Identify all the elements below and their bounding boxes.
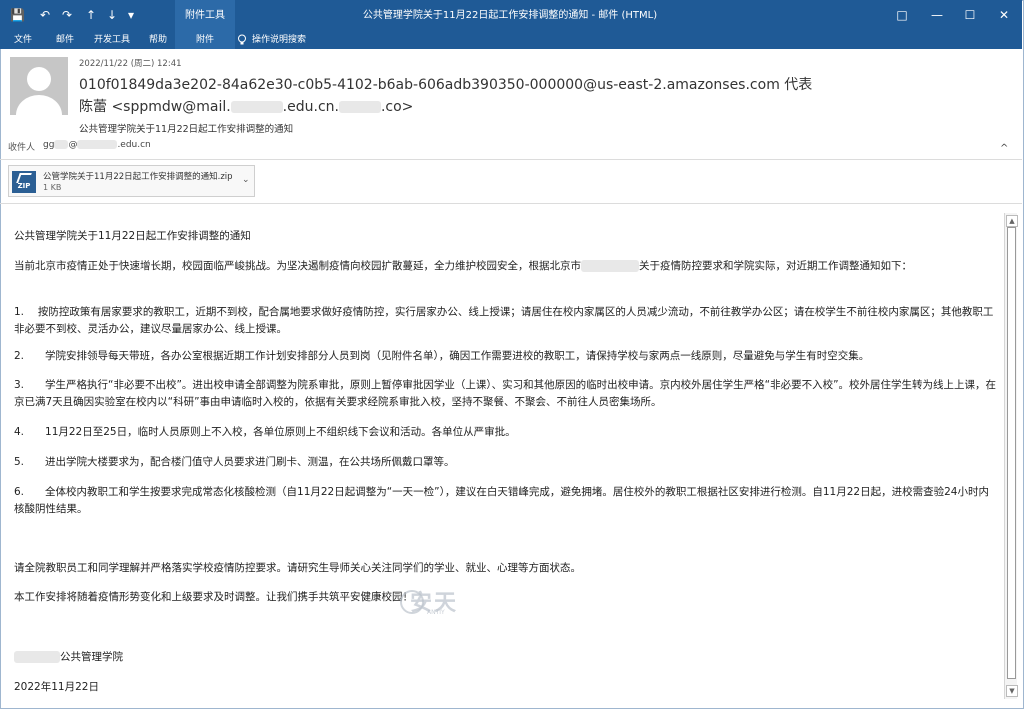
maximize-button[interactable]: ☐: [953, 0, 987, 31]
redacted-block: [338, 101, 381, 113]
body-item-3: 3. 学生严格执行“非必要不出校”。进出校申请全部调整为院系审批，原则上暂停审批…: [14, 379, 997, 408]
redacted-block: [581, 260, 639, 272]
body-item-1: 1. 按防控政策有居家要求的教职工，近期不到校，配合属地要求做好疫情防控，实行居…: [14, 306, 994, 335]
lightbulb-icon: [232, 31, 252, 49]
sender-name-prefix: 陈蕾 <sppmdw@mail.: [79, 99, 231, 115]
attachment-dropdown-chevron-icon[interactable]: ⌄: [242, 175, 250, 185]
tab-help[interactable]: 帮助: [142, 31, 174, 49]
customize-toolbar-icon[interactable]: ▾: [128, 8, 134, 22]
scroll-up-arrow-icon[interactable]: ▲: [1006, 215, 1018, 227]
down-arrow-icon[interactable]: ↓: [107, 8, 117, 22]
tab-attachments[interactable]: 附件: [175, 31, 235, 49]
collapse-header-chevron-icon[interactable]: ^: [1000, 143, 1008, 154]
redacted-block: [14, 651, 60, 663]
save-icon[interactable]: 💾: [10, 8, 25, 22]
recipient-at: @: [68, 140, 78, 150]
body-closing-2: 本工作安排将随着疫情形势变化和上级要求及时调整。让我们携手共筑平安健康校园！: [14, 591, 413, 603]
body-item-4: 4. 11月22日至25日，临时人员原则上不入校，各单位原则上不组织线下会议和活…: [14, 426, 516, 438]
sender-domain-mid: .edu.cn.: [282, 99, 339, 115]
ribbon-tabs: 文件 邮件 开发工具 帮助 附件 操作说明搜索: [0, 31, 1022, 49]
scroll-down-arrow-icon[interactable]: ▼: [1006, 685, 1018, 697]
vertical-scrollbar[interactable]: ▲ ▼: [1004, 213, 1018, 699]
body-closing-1: 请全院教职员工和同学理解并严格落实学校疫情防控要求。请研究生导师关心关注同学们的…: [14, 562, 581, 574]
redacted-block: [230, 101, 283, 113]
recipient-domain: .edu.cn: [117, 140, 151, 150]
tab-developer[interactable]: 开发工具: [88, 31, 136, 49]
zip-file-icon: ZIP: [12, 171, 36, 193]
sender-domain-end: .co>: [380, 99, 414, 115]
divider: [0, 159, 1022, 160]
sender-on-behalf[interactable]: 陈蕾 <sppmdw@mail. .edu.cn. .co>: [79, 96, 413, 116]
body-signature: 公共管理学院: [14, 649, 999, 666]
redacted-block: [54, 140, 69, 149]
attachment-size: 1 KB: [43, 183, 62, 192]
ribbon-display-options-button[interactable]: □: [885, 0, 919, 31]
attachment-name: 公管学院关于11月22日起工作安排调整的通知.zip: [43, 172, 233, 182]
close-button[interactable]: ✕: [987, 0, 1021, 31]
body-date: 2022年11月22日: [14, 681, 99, 693]
tab-message[interactable]: 邮件: [48, 31, 82, 49]
tab-file[interactable]: 文件: [6, 31, 40, 49]
divider: [0, 203, 1022, 204]
redo-icon[interactable]: ↷: [62, 8, 72, 22]
body-item-5: 5. 进出学院大楼要求为，配合楼门值守人员要求进门刷卡、测温，在公共场所佩戴口罩…: [14, 456, 455, 468]
sender-avatar: [10, 57, 68, 115]
redacted-block: [77, 140, 118, 149]
watermark-sub: ANTIY: [427, 609, 445, 616]
to-label: 收件人: [8, 143, 36, 153]
window-title: 公共管理学院关于11月22日起工作安排调整的通知 - 邮件 (HTML): [362, 10, 658, 21]
recipient[interactable]: gg @ .edu.cn: [43, 140, 151, 150]
recipient-prefix: gg: [43, 140, 55, 150]
title-bar: 💾 ↶ ↷ ↑ ↓ ▾ 附件工具 公共管理学院关于11月22日起工作安排调整的通…: [0, 0, 1022, 31]
body-title: 公共管理学院关于11月22日起工作安排调整的通知: [14, 230, 251, 242]
message-subject: 公共管理学院关于11月22日起工作安排调整的通知: [79, 124, 294, 135]
scrollbar-thumb[interactable]: [1007, 227, 1016, 679]
body-item-6: 6. 全体校内教职工和学生按要求完成常态化核酸检测（自11月22日起调整为“一天…: [14, 486, 989, 515]
attachment-tools-context-tab: 附件工具: [175, 0, 235, 31]
sender-address[interactable]: 010f01849da3e202-84a62e30-c0b5-4102-b6ab…: [79, 74, 812, 94]
minimize-button[interactable]: —: [920, 0, 954, 31]
undo-icon[interactable]: ↶: [40, 8, 50, 22]
up-arrow-icon[interactable]: ↑: [86, 8, 96, 22]
body-item-2: 2. 学院安排领导每天带班，各办公室根据近期工作计划安排部分人员到岗（见附件名单…: [14, 350, 870, 362]
sent-date: 2022/11/22 (周二) 12:41: [79, 59, 182, 69]
attachment-tile[interactable]: ZIP 公管学院关于11月22日起工作安排调整的通知.zip 1 KB ⌄: [8, 165, 255, 197]
tell-me-search-input[interactable]: 操作说明搜索: [252, 31, 312, 49]
body-intro: 当前北京市疫情正处于快速增长期，校园面临严峻挑战。为坚决遏制疫情向校园扩散蔓延，…: [14, 260, 912, 272]
